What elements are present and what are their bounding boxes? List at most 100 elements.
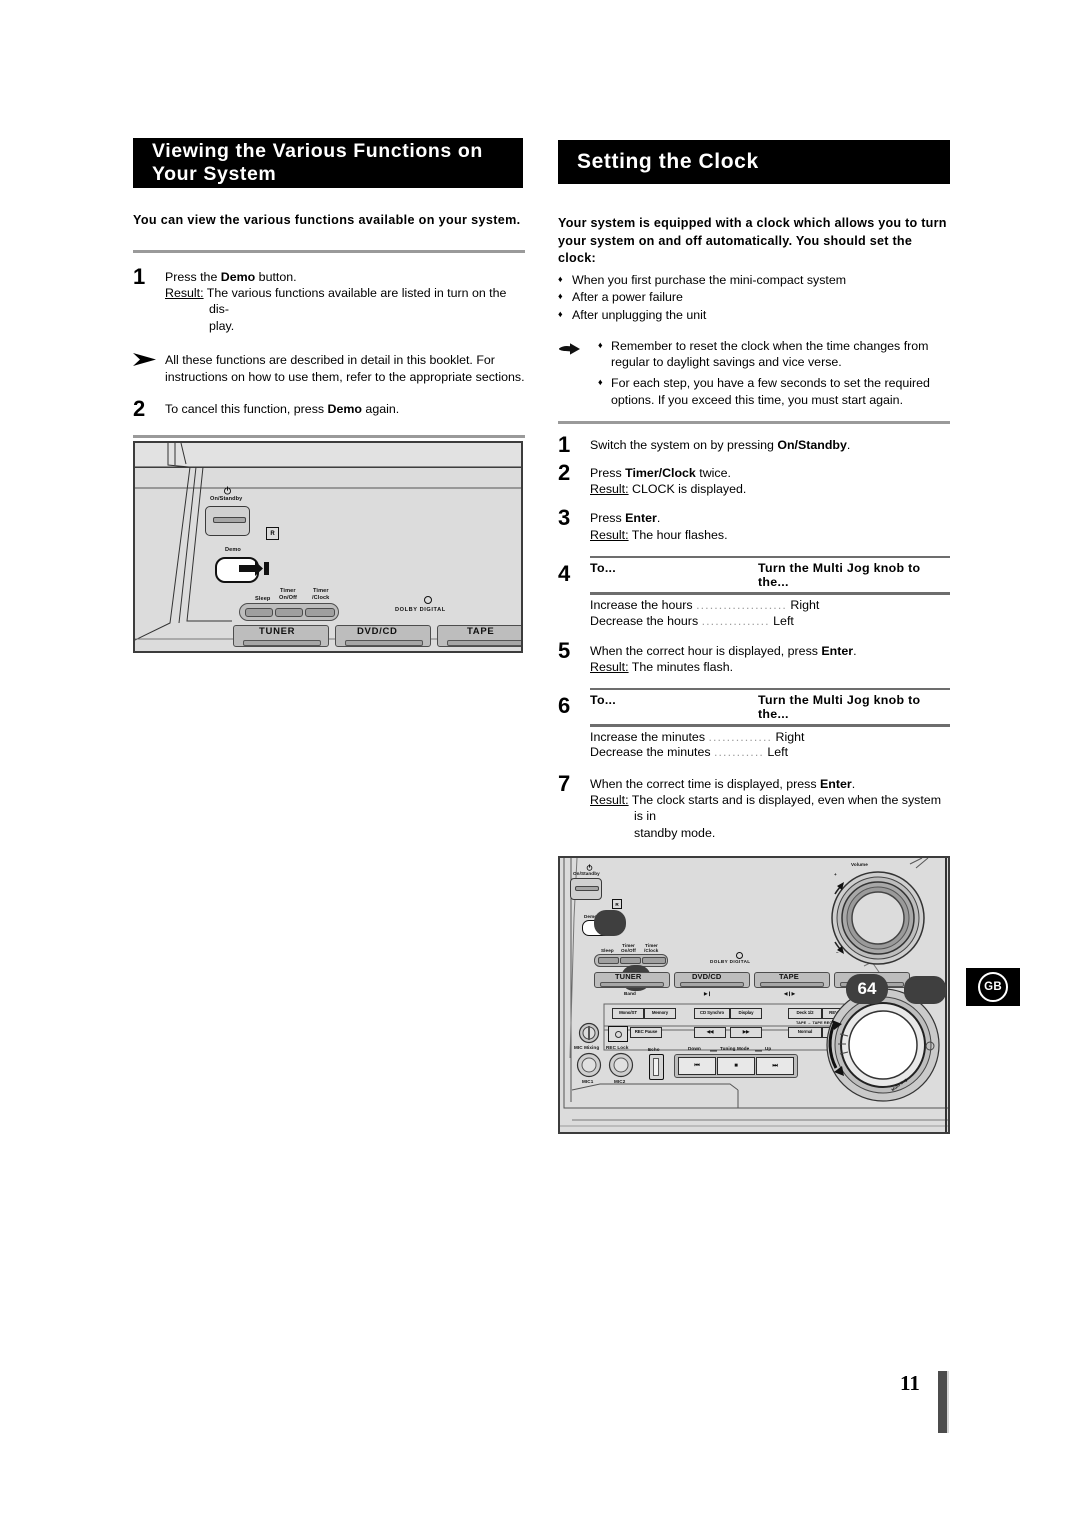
label-demo: Demo <box>225 547 241 553</box>
row-dots: ............... <box>701 613 770 628</box>
volume-knob[interactable] <box>822 868 934 968</box>
label-mic2: MIC2 <box>614 1079 626 1084</box>
tip-line-2: options. If you exceed this time, you mu… <box>611 392 904 407</box>
step-text-line: When the correct hour is displayed, pres… <box>590 643 950 659</box>
source-button-dvdcd-label: DVD/CD <box>357 626 398 637</box>
button-stop[interactable]: ■ <box>717 1057 755 1075</box>
row-label: Increase the minutes <box>590 729 709 744</box>
timer-clock-button[interactable] <box>305 608 335 617</box>
result-text: The various functions available are list… <box>203 285 507 317</box>
echo-slider-handle[interactable] <box>653 1058 659 1076</box>
table-row: Decrease the minutes ........... Left <box>590 745 950 760</box>
label-dolby-digital: DOLBY DIGITAL <box>710 959 751 964</box>
label-timer-on-off-1: Timer <box>280 588 296 594</box>
row-dots: ........... <box>713 745 764 760</box>
result-text: The minutes flash. <box>628 660 734 675</box>
pointing-hand-icon <box>559 342 580 355</box>
on-standby-button-groove <box>213 517 246 523</box>
mic1-jack[interactable] <box>576 1052 602 1078</box>
button-rewind[interactable]: ◀◀ <box>694 1027 726 1038</box>
button-deck-1-2[interactable]: Deck 1/2 <box>788 1008 822 1019</box>
label-timer-clock-1: Timer <box>313 588 329 594</box>
step-text-post: button. <box>255 269 297 284</box>
row-value: Left <box>769 613 794 628</box>
source-button-dvdcd-label: DVD/CD <box>692 972 722 981</box>
button-previous-track[interactable]: ⏮ <box>678 1057 716 1075</box>
sleep-button[interactable] <box>598 957 619 964</box>
label-tuning-up: Up <box>765 1046 772 1051</box>
button-fast-forward[interactable]: ▶▶ <box>730 1027 762 1038</box>
button-label: Mono/ST <box>619 1010 637 1016</box>
section-header-setting-clock: Setting the Clock <box>558 140 950 184</box>
label-mic1: MIC1 <box>582 1079 594 1084</box>
source-button-tuner-label: TUNER <box>615 972 642 981</box>
result-label: Result: <box>165 285 204 300</box>
step-text-post: . <box>853 644 857 659</box>
mic2-jack[interactable] <box>608 1052 634 1078</box>
button-normal-speed[interactable]: Normal <box>788 1027 822 1038</box>
callout-label: 64 <box>857 979 877 998</box>
step-result: Result: The minutes flash. <box>590 659 950 675</box>
button-icon-label: ⏮ <box>694 1063 700 1069</box>
timer-on-off-button[interactable] <box>620 957 641 964</box>
result-text: CLOCK is displayed. <box>628 482 747 496</box>
callout-page-64: 64 <box>846 974 888 1004</box>
list-item: After unplugging the unit <box>558 306 950 325</box>
button-cd-synchro[interactable]: CD Synchro <box>694 1008 730 1019</box>
source-button-tuner-groove <box>243 640 321 646</box>
button-display[interactable]: Display <box>730 1008 762 1019</box>
section-header-viewing-functions: Viewing the Various Functions on Your Sy… <box>133 138 523 188</box>
label-play-pause: ▶❙ <box>704 991 712 996</box>
tip-block: Remember to reset the clock when the tim… <box>558 337 950 409</box>
button-next-track[interactable]: ⏭ <box>756 1057 794 1075</box>
manual-page: Viewing the Various Functions on Your Sy… <box>0 0 1080 1528</box>
list-item: After a power failure <box>558 288 950 307</box>
table-row: Decrease the hours ............... Left <box>590 614 950 629</box>
button-memory[interactable]: Memory <box>644 1008 676 1019</box>
step-text-post: . <box>851 776 856 791</box>
section-header-title: Setting the Clock <box>577 150 759 173</box>
label-timer-clock-2: /Clock <box>644 948 659 953</box>
label-tuning-down: Down <box>688 1046 701 1051</box>
timer-clock-button[interactable] <box>642 957 666 964</box>
step-number: 1 <box>133 263 146 289</box>
button-label: Deck 1/2 <box>796 1010 814 1016</box>
step-text-bold: Enter <box>821 644 854 659</box>
mic-mixing-knob[interactable] <box>578 1022 600 1044</box>
figure-front-panel-full: On/Standby R Demo Sleep Timer On/Off Tim… <box>558 856 950 1134</box>
step-text-pre: When the correct time is displayed, pres… <box>590 776 821 791</box>
row-dots: .............. <box>708 729 773 744</box>
button-rec-pause[interactable]: REC Pause <box>630 1027 662 1038</box>
step-number: 6 <box>558 692 571 718</box>
step-5: 5 When the correct hour is displayed, pr… <box>558 640 950 676</box>
step-result: Result: The hour flashes. <box>590 527 950 543</box>
list-item: For each step, you have a few seconds to… <box>598 374 950 408</box>
remote-sensor-icon: R <box>266 527 279 540</box>
timer-on-off-button[interactable] <box>275 608 303 617</box>
label-timer-clock-2: /Clock <box>312 595 330 601</box>
result-label: Result: <box>590 482 629 496</box>
table-header-col2: Turn the Multi Jog knob to the... <box>758 561 921 590</box>
note-line-3: sections. <box>475 369 525 384</box>
row-value: Right <box>772 729 805 744</box>
step-text-pre: Press <box>590 465 626 480</box>
button-mono-st[interactable]: Mono/ST <box>612 1008 644 1019</box>
sleep-button[interactable] <box>245 608 273 617</box>
label-band: Band <box>624 991 636 996</box>
step-text-line: Switch the system on by pressing On/Stan… <box>590 437 950 453</box>
label-rev-skip: ◀❙▶ <box>784 991 796 996</box>
button-label: REC Pause <box>634 1029 658 1035</box>
label-timer-on-off-2: On/Off <box>621 948 636 953</box>
callout-blank-demo <box>594 910 626 936</box>
section-header-line2: Your System <box>152 163 277 185</box>
table-header-col1: To... <box>590 692 617 707</box>
result-label: Result: <box>590 527 629 542</box>
dolby-indicator-icon <box>424 596 432 604</box>
source-button-tape-label: TAPE <box>779 972 799 981</box>
step-2: 2 To cancel this function, press Demo ag… <box>133 398 525 420</box>
step-text-pre: Switch the system on by pressing <box>590 438 778 453</box>
step-1: 1 Press the Demo button. Result: The var… <box>133 263 525 335</box>
step-4-jog-table: 4 To... Turn the Multi Jog knob to the..… <box>558 556 950 629</box>
rec-lock-indicator-icon <box>615 1031 622 1038</box>
step-text-line: Press the Demo button. <box>165 269 525 285</box>
